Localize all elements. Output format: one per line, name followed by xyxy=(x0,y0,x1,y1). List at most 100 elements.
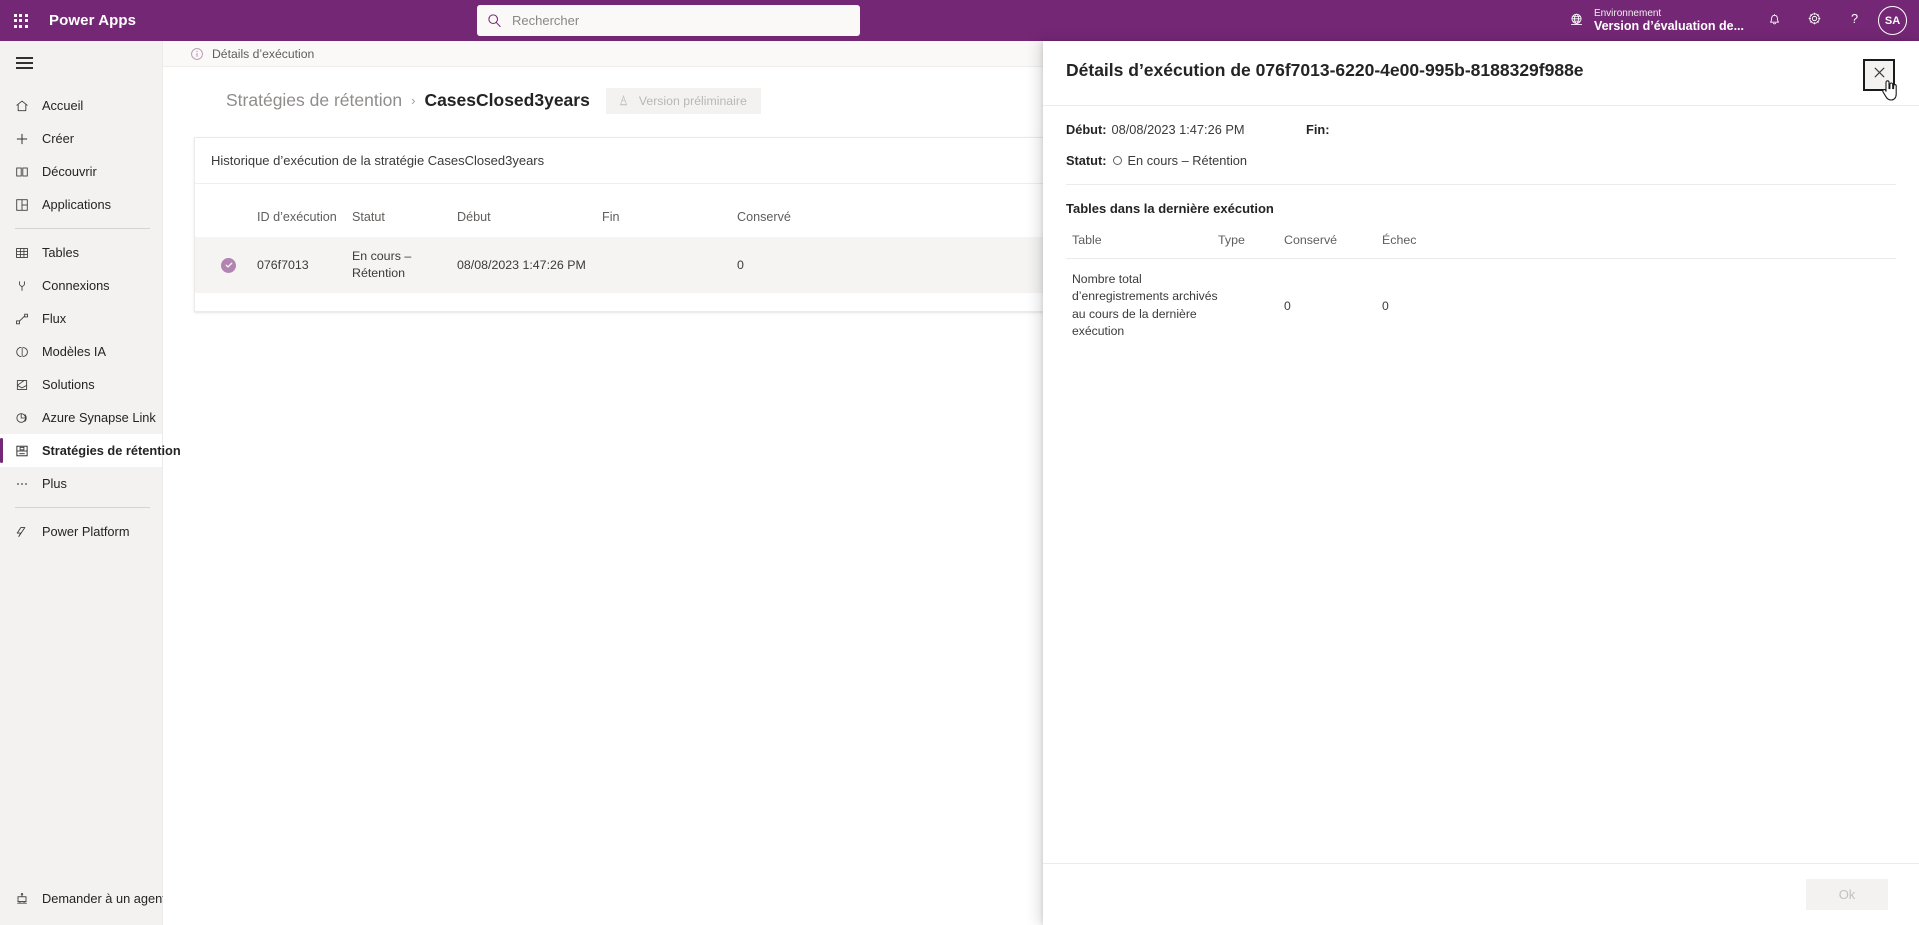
breadcrumb-current: CasesClosed3years xyxy=(424,90,590,110)
sidebar: Accueil Créer Découvrir Applications Tab… xyxy=(0,41,181,925)
sidebar-item-strategies-de-retention[interactable]: Stratégies de rétention xyxy=(0,434,181,467)
panel-row-type xyxy=(1218,259,1284,353)
book-icon xyxy=(11,162,32,182)
column-header-conserve: Conservé xyxy=(737,210,791,224)
sidebar-item-solutions[interactable]: Solutions xyxy=(0,368,162,401)
preview-badge-label: Version préliminaire xyxy=(638,93,747,108)
row-conserve: 0 xyxy=(737,258,744,273)
execution-details-panel: Détails d’exécution de 076f7013-6220-4e0… xyxy=(1043,41,1919,925)
column-header-fin: Fin xyxy=(602,210,620,224)
sidebar-item-label: Accueil xyxy=(42,98,84,113)
panel-row-table: Nombre total d’enregistrements archivés … xyxy=(1072,272,1218,338)
bell-icon xyxy=(1766,10,1783,32)
plug-icon xyxy=(11,276,32,296)
sidebar-nav: Accueil Créer Découvrir Applications Tab… xyxy=(0,89,181,548)
sidebar-item-decouvrir[interactable]: Découvrir xyxy=(0,155,162,188)
settings-button[interactable] xyxy=(1794,0,1834,41)
top-app-bar: Power Apps En xyxy=(0,0,1919,41)
sidebar-item-applications[interactable]: Applications xyxy=(0,188,162,221)
row-status-icon-cell xyxy=(195,237,257,293)
column-header-statut: Statut xyxy=(352,210,385,224)
avatar[interactable]: SA xyxy=(1878,6,1907,35)
help-button[interactable]: ? xyxy=(1834,0,1874,41)
sidebar-divider xyxy=(15,507,150,508)
panel-column-header-table: Table xyxy=(1072,233,1102,247)
sidebar-item-label: Demander à un agent virt xyxy=(42,891,163,906)
notification-text: Détails d’exécution xyxy=(212,46,315,61)
panel-row-echec: 0 xyxy=(1382,298,1389,313)
search-input[interactable] xyxy=(510,12,850,29)
topbar-right-group: Environnement Version d’évaluation de... xyxy=(1558,0,1919,41)
sidebar-item-connexions[interactable]: Connexions xyxy=(0,269,162,302)
environment-name: Version d’évaluation de... xyxy=(1593,19,1744,34)
close-panel-button[interactable] xyxy=(1863,59,1897,101)
sidebar-item-label: Découvrir xyxy=(42,164,97,179)
sidebar-item-creer[interactable]: Créer xyxy=(0,122,162,155)
brand-title[interactable]: Power Apps xyxy=(49,12,136,29)
chevron-right-icon: › xyxy=(411,93,416,108)
sidebar-item-label: Modèles IA xyxy=(42,344,107,359)
waffle-grid-icon xyxy=(13,13,28,28)
column-header-debut: Début xyxy=(457,210,491,224)
panel-section-title: Tables dans la dernière exécution xyxy=(1066,201,1274,216)
panel-meta-row-1: Début: 08/08/2023 1:47:26 PM Fin: xyxy=(1066,106,1896,137)
info-circle-icon xyxy=(190,47,204,61)
row-statut: En cours – Rétention xyxy=(352,249,412,281)
panel-column-header-echec: Échec xyxy=(1382,233,1417,247)
solutions-icon xyxy=(11,375,32,395)
sidebar-item-virtual-agent[interactable]: Demander à un agent virt xyxy=(0,882,163,915)
environment-selector[interactable]: Environnement Version d’évaluation de... xyxy=(1558,0,1754,41)
statut-value: En cours – Rétention xyxy=(1127,153,1248,168)
traffic-cone-icon xyxy=(617,94,630,107)
fin-label: Fin: xyxy=(1306,122,1330,137)
sidebar-item-modeles-ia[interactable]: Modèles IA xyxy=(0,335,162,368)
sidebar-item-plus[interactable]: Plus xyxy=(0,467,162,500)
sidebar-item-label: Tables xyxy=(42,245,79,260)
globe-icon xyxy=(1568,12,1585,29)
sidebar-item-power-platform[interactable]: Power Platform xyxy=(0,515,162,548)
column-header-id: ID d’exécution xyxy=(257,210,337,224)
sidebar-item-label: Plus xyxy=(42,476,67,491)
sidebar-item-accueil[interactable]: Accueil xyxy=(0,89,162,122)
table-icon xyxy=(11,243,32,263)
sidebar-item-azure-synapse-link[interactable]: Azure Synapse Link xyxy=(0,401,162,434)
gear-icon xyxy=(1806,10,1823,32)
close-x-icon xyxy=(1872,65,1887,85)
sidebar-item-label: Flux xyxy=(42,311,67,326)
sidebar-item-label: Solutions xyxy=(42,377,95,392)
panel-table-header: Table Type Conservé Échec xyxy=(1066,233,1896,259)
row-id: 076f7013 xyxy=(257,258,309,273)
check-circle-icon xyxy=(221,257,236,273)
panel-table-body: Nombre total d’enregistrements archivés … xyxy=(1066,259,1896,353)
sidebar-item-label: Connexions xyxy=(42,278,110,293)
sidebar-toggle-button[interactable] xyxy=(2,41,46,85)
in-progress-circle-icon xyxy=(1112,156,1122,165)
sidebar-item-label: Power Platform xyxy=(42,524,130,539)
panel-footer: Ok xyxy=(1043,863,1919,925)
flow-icon xyxy=(11,309,32,329)
search-box[interactable] xyxy=(477,5,860,36)
sidebar-item-label: Azure Synapse Link xyxy=(42,410,156,425)
panel-meta-row-2: Statut: En cours – Rétention xyxy=(1066,137,1896,168)
debut-label: Début: xyxy=(1066,122,1107,137)
question-mark-icon: ? xyxy=(1846,10,1863,32)
panel-header: Détails d’exécution de 076f7013-6220-4e0… xyxy=(1043,41,1919,106)
sidebar-item-flux[interactable]: Flux xyxy=(0,302,162,335)
breadcrumb-parent[interactable]: Stratégies de rétention xyxy=(226,90,402,111)
statut-label: Statut: xyxy=(1066,153,1107,168)
preview-badge: Version préliminaire xyxy=(605,87,761,114)
panel-title: Détails d’exécution de 076f7013-6220-4e0… xyxy=(1066,60,1584,80)
ellipsis-icon xyxy=(11,474,32,494)
hamburger-menu-icon xyxy=(15,54,33,72)
sidebar-item-tables[interactable]: Tables xyxy=(0,236,162,269)
ok-button[interactable]: Ok xyxy=(1806,879,1888,910)
power-platform-icon xyxy=(11,522,32,542)
plus-icon xyxy=(11,129,32,149)
debut-value: 08/08/2023 1:47:26 PM xyxy=(1111,122,1245,137)
apps-grid-icon xyxy=(11,195,32,215)
svg-text:?: ? xyxy=(1850,10,1857,25)
panel-body: Début: 08/08/2023 1:47:26 PM Fin: Statut… xyxy=(1043,106,1919,863)
notifications-button[interactable] xyxy=(1754,0,1794,41)
panel-row-conserve: 0 xyxy=(1284,298,1291,313)
waffle-button[interactable] xyxy=(0,0,41,41)
